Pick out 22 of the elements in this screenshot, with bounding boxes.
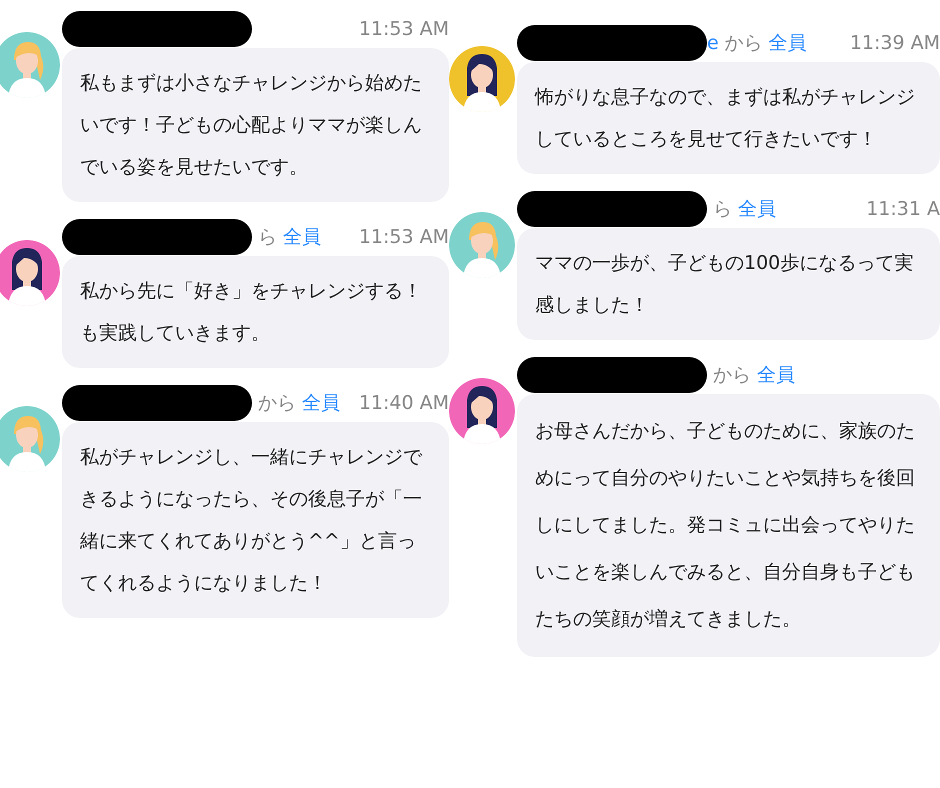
from-label: から — [724, 31, 763, 56]
from-label: ら — [713, 197, 732, 222]
from-label: ら — [258, 225, 277, 250]
from-label: から — [258, 391, 296, 416]
message-time: 11:53 AM — [358, 226, 449, 248]
message-bubble: 怖がりな息子なので、まずは私がチャレンジしているところを見せて行きたいです！ — [517, 62, 940, 174]
message-bubble: ママの一歩が、子どもの100歩になるって実感しました！ — [517, 228, 940, 340]
sender-name: e — [707, 32, 719, 54]
recipient-link[interactable]: 全員 — [302, 390, 340, 416]
message-time: 11:53 AM — [358, 18, 449, 40]
from-label: から — [713, 363, 751, 388]
message-bubble: 私から先に「好き」をチャレンジする！も実践していきます。 — [62, 256, 449, 368]
message-time: 11:40 AM — [358, 392, 449, 414]
message-time: 11:31 A — [866, 198, 940, 220]
recipient-link[interactable]: 全員 — [768, 30, 807, 56]
recipient-link[interactable]: 全員 — [757, 362, 795, 388]
message-bubble: 私もまずは小さなチャレンジから始めたいです！子どもの心配よりママが楽しんでいる姿を見せたいです。 — [62, 48, 449, 202]
recipient-link[interactable]: 全員 — [283, 224, 321, 250]
recipient-link[interactable]: 全員 — [738, 196, 776, 222]
message-bubble: お母さんだから、子どものために、家族のためにって自分のやりたいことや気持ちを後回しにしてました。発コミュに出会ってやりたいことを楽しんでみると、自分自身も子どもたちの笑顔が増えてきました。 — [517, 394, 940, 657]
message-time: 11:39 AM — [850, 32, 940, 54]
message-bubble: 私がチャレンジし、一緒にチャレンジできるようになったら、その後息子が「一緒に来てくれてありがとう^^」と言ってくれるようになりました！ — [62, 422, 449, 618]
